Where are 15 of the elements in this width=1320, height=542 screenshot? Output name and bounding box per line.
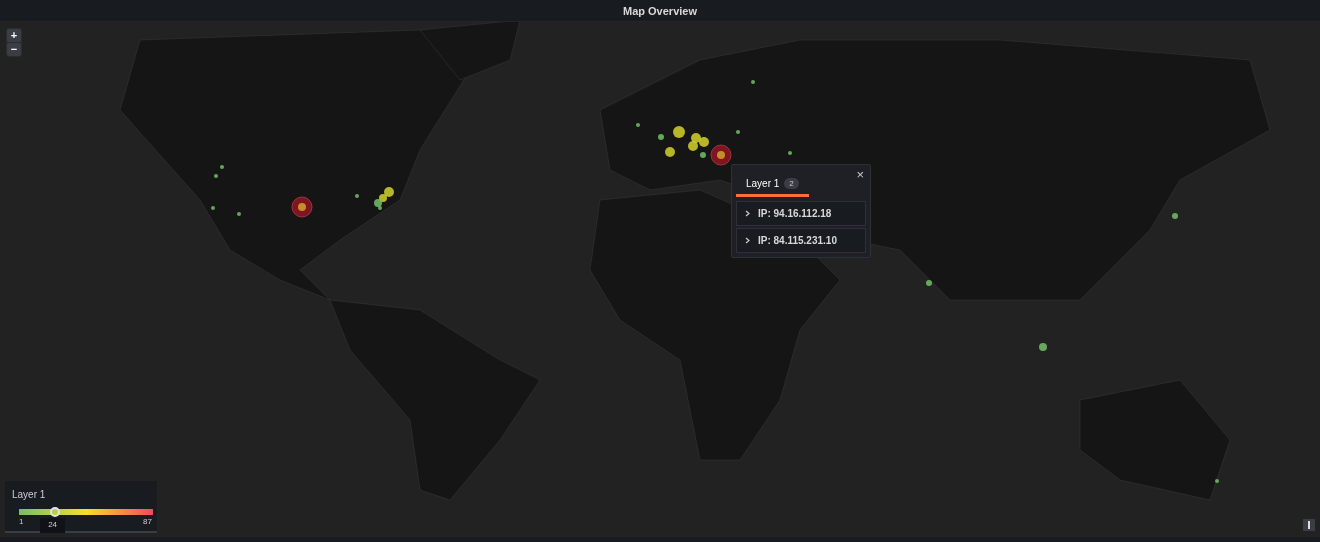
zoom-in-button[interactable]: + bbox=[7, 29, 21, 42]
close-button[interactable]: × bbox=[854, 167, 866, 182]
panel-title: Map Overview bbox=[623, 4, 697, 17]
value-label: 24 bbox=[40, 518, 66, 533]
chevron-icon bbox=[745, 237, 750, 244]
zoom-out-button[interactable]: − bbox=[7, 43, 21, 56]
count-badge: 2 bbox=[784, 178, 799, 189]
info-button[interactable] bbox=[1303, 519, 1315, 531]
chevron-icon bbox=[745, 210, 750, 217]
ip-row[interactable]: IP: 94.16.112.18 bbox=[736, 201, 866, 226]
max-label: 87 bbox=[143, 517, 152, 526]
legend-title: Layer 1 bbox=[12, 489, 46, 500]
ip-row[interactable]: IP: 84.115.231.10 bbox=[736, 228, 866, 253]
min-label: 1 bbox=[19, 517, 24, 526]
layer-tab[interactable]: Layer 1 2 bbox=[736, 175, 809, 197]
